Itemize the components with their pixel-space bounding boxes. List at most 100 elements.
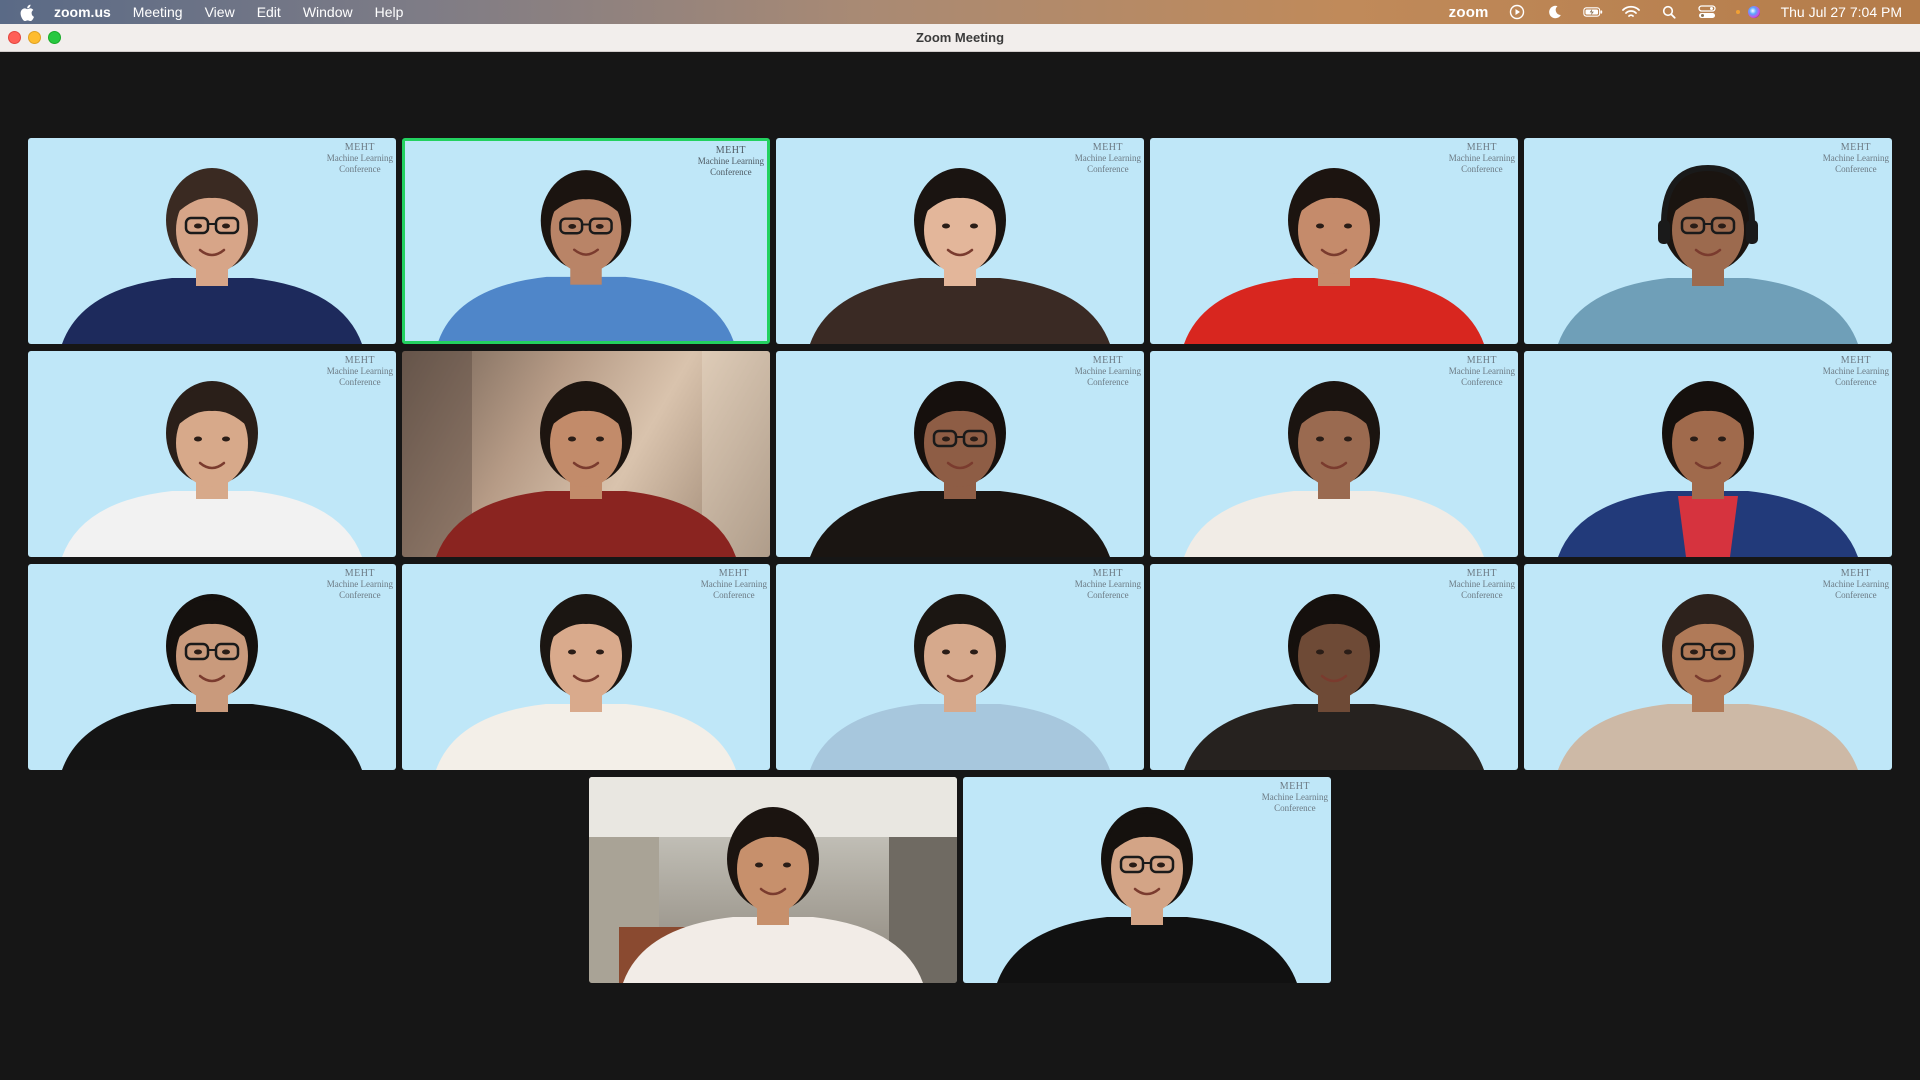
conference-watermark: MEHT Machine Learning Conference — [1449, 142, 1515, 175]
menu-app-name[interactable]: zoom.us — [54, 4, 111, 20]
conference-watermark: MEHT Machine Learning Conference — [1075, 142, 1141, 175]
participant-video-tile[interactable]: MEHT Machine Learning Conference — [776, 564, 1144, 770]
siri-icon[interactable] — [1735, 3, 1763, 21]
watermark-line1: MEHT — [344, 568, 376, 579]
participant-video-tile[interactable]: MEHT Machine Learning Conference — [1524, 138, 1892, 344]
conference-watermark: MEHT Machine Learning Conference — [327, 568, 393, 601]
watermark-line2: Machine Learning — [1074, 153, 1141, 163]
watermark-line1: MEHT — [715, 145, 747, 156]
wifi-icon[interactable] — [1621, 3, 1641, 21]
watermark-line3: Conference — [1835, 377, 1877, 387]
watermark-line2: Machine Learning — [1822, 579, 1889, 589]
moon-icon[interactable] — [1545, 3, 1565, 21]
watermark-line1: MEHT — [1466, 142, 1498, 153]
menu-help[interactable]: Help — [375, 4, 404, 20]
watermark-line1: MEHT — [1840, 142, 1872, 153]
watermark-line2: Machine Learning — [1448, 153, 1515, 163]
watermark-line2: Machine Learning — [326, 153, 393, 163]
participant-video-tile[interactable]: MEHT Machine Learning Conference — [1150, 351, 1518, 557]
participant-video-image — [589, 777, 957, 983]
watermark-line3: Conference — [1835, 590, 1877, 600]
participant-video-tile[interactable]: MEHT Machine Learning Conference — [402, 564, 770, 770]
watermark-line2: Machine Learning — [1822, 153, 1889, 163]
menu-bar-clock[interactable]: Thu Jul 27 7:04 PM — [1781, 4, 1902, 20]
search-icon[interactable] — [1659, 3, 1679, 21]
conference-watermark: MEHT Machine Learning Conference — [1449, 355, 1515, 388]
apple-logo-icon[interactable] — [18, 3, 36, 21]
participant-video-tile[interactable]: MEHT Machine Learning Conference — [28, 351, 396, 557]
participant-video-tile[interactable] — [402, 351, 770, 557]
participant-video-tile[interactable]: MEHT Machine Learning Conference — [1524, 351, 1892, 557]
watermark-line3: Conference — [339, 377, 381, 387]
watermark-line3: Conference — [339, 590, 381, 600]
watermark-line2: Machine Learning — [326, 366, 393, 376]
participant-video-tile[interactable]: MEHT Machine Learning Conference — [1150, 564, 1518, 770]
conference-watermark: MEHT Machine Learning Conference — [698, 145, 764, 178]
conference-watermark: MEHT Machine Learning Conference — [1449, 568, 1515, 601]
participant-video-tile[interactable]: MEHT Machine Learning Conference — [776, 351, 1144, 557]
participant-video-tile[interactable]: MEHT Machine Learning Conference — [963, 777, 1331, 983]
play-circle-icon[interactable] — [1507, 3, 1527, 21]
watermark-line3: Conference — [339, 164, 381, 174]
watermark-line3: Conference — [1087, 164, 1129, 174]
conference-watermark: MEHT Machine Learning Conference — [327, 142, 393, 175]
menu-bar-status-area: zoom Thu Jul 27 7:04 PM — [1449, 3, 1920, 21]
watermark-line3: Conference — [1087, 377, 1129, 387]
menu-window[interactable]: Window — [303, 4, 353, 20]
watermark-line2: Machine Learning — [326, 579, 393, 589]
watermark-line3: Conference — [713, 590, 755, 600]
watermark-line1: MEHT — [1279, 781, 1311, 792]
watermark-line1: MEHT — [1092, 355, 1124, 366]
watermark-line3: Conference — [1835, 164, 1877, 174]
participant-video-tile[interactable] — [589, 777, 957, 983]
watermark-line1: MEHT — [1092, 142, 1124, 153]
watermark-line2: Machine Learning — [700, 579, 767, 589]
watermark-line1: MEHT — [1840, 568, 1872, 579]
watermark-line2: Machine Learning — [1074, 366, 1141, 376]
conference-watermark: MEHT Machine Learning Conference — [1823, 142, 1889, 175]
conference-watermark: MEHT Machine Learning Conference — [327, 355, 393, 388]
conference-watermark: MEHT Machine Learning Conference — [1262, 781, 1328, 814]
watermark-line1: MEHT — [344, 355, 376, 366]
window-title: Zoom Meeting — [915, 30, 1005, 45]
participant-video-tile[interactable]: MEHT Machine Learning Conference — [28, 138, 396, 344]
menu-meeting[interactable]: Meeting — [133, 4, 183, 20]
watermark-line2: Machine Learning — [1074, 579, 1141, 589]
conference-watermark: MEHT Machine Learning Conference — [701, 568, 767, 601]
watermark-line3: Conference — [1461, 377, 1503, 387]
watermark-line1: MEHT — [718, 568, 750, 579]
watermark-line2: Machine Learning — [1448, 366, 1515, 376]
watermark-line1: MEHT — [1840, 355, 1872, 366]
watermark-line3: Conference — [1274, 803, 1316, 813]
zoom-status-label[interactable]: zoom — [1449, 4, 1489, 21]
window-titlebar: Zoom Meeting — [0, 24, 1920, 52]
watermark-line1: MEHT — [344, 142, 376, 153]
watermark-line3: Conference — [1087, 590, 1129, 600]
watermark-line3: Conference — [1461, 164, 1503, 174]
watermark-line2: Machine Learning — [1448, 579, 1515, 589]
participant-video-tile[interactable]: MEHT Machine Learning Conference — [402, 138, 770, 344]
control-center-icon[interactable] — [1697, 3, 1717, 21]
battery-icon[interactable] — [1582, 3, 1603, 21]
conference-watermark: MEHT Machine Learning Conference — [1075, 568, 1141, 601]
watermark-line2: Machine Learning — [697, 156, 764, 166]
participant-video-tile[interactable]: MEHT Machine Learning Conference — [1524, 564, 1892, 770]
participant-video-tile[interactable]: MEHT Machine Learning Conference — [28, 564, 396, 770]
menu-view[interactable]: View — [205, 4, 235, 20]
macos-menu-bar: zoom.us Meeting View Edit Window Help zo… — [0, 0, 1920, 24]
conference-watermark: MEHT Machine Learning Conference — [1823, 355, 1889, 388]
menu-edit[interactable]: Edit — [257, 4, 281, 20]
watermark-line1: MEHT — [1466, 355, 1498, 366]
conference-watermark: MEHT Machine Learning Conference — [1075, 355, 1141, 388]
watermark-line1: MEHT — [1092, 568, 1124, 579]
watermark-line3: Conference — [710, 167, 752, 177]
conference-watermark: MEHT Machine Learning Conference — [1823, 568, 1889, 601]
watermark-line2: Machine Learning — [1261, 792, 1328, 802]
participant-video-tile[interactable]: MEHT Machine Learning Conference — [776, 138, 1144, 344]
watermark-line2: Machine Learning — [1822, 366, 1889, 376]
watermark-line3: Conference — [1461, 590, 1503, 600]
watermark-line1: MEHT — [1466, 568, 1498, 579]
gallery-view: MEHT Machine Learning Conference MEHT Machin… — [0, 53, 1920, 1080]
participant-video-image — [402, 351, 770, 557]
participant-video-tile[interactable]: MEHT Machine Learning Conference — [1150, 138, 1518, 344]
